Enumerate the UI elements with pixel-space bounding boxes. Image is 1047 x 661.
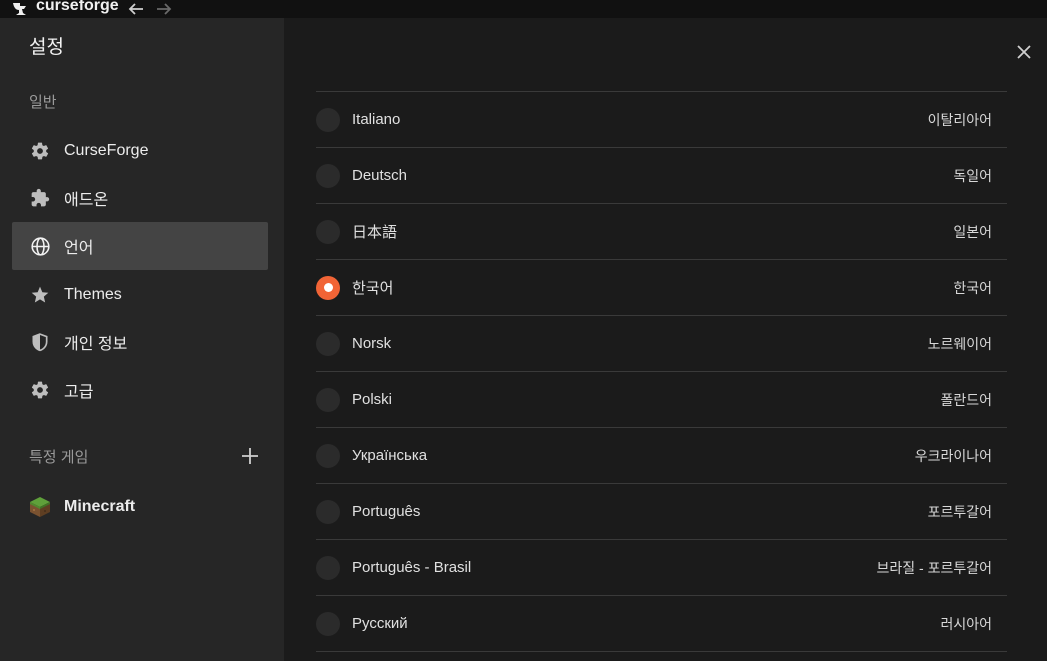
- language-name: Italiano: [352, 111, 401, 128]
- language-option-norsk[interactable]: Norsk 노르웨이어: [316, 316, 1007, 372]
- language-name: Português: [352, 503, 421, 520]
- sidebar-item-label: 언어: [64, 240, 94, 257]
- radio-button[interactable]: [316, 387, 340, 412]
- language-option-russian[interactable]: Русский 러시아어: [316, 596, 1007, 652]
- sidebar-item-language[interactable]: 언어: [12, 222, 268, 270]
- minecraft-grass-block-icon: [29, 496, 51, 518]
- language-option-portuguese[interactable]: Português 포르투갈어: [316, 484, 1007, 540]
- radio-button-selected[interactable]: [316, 275, 340, 300]
- language-option-polski[interactable]: Polski 폴란드어: [316, 372, 1007, 428]
- language-native-name: 포르투갈어: [927, 503, 992, 520]
- language-name: Українська: [352, 447, 428, 464]
- globe-icon: [29, 235, 51, 257]
- radio-button[interactable]: [316, 163, 340, 188]
- back-button[interactable]: [125, 0, 147, 18]
- sidebar-item-addons[interactable]: 애드온: [12, 174, 268, 222]
- language-native-name: 노르웨이어: [927, 335, 992, 352]
- brand: curseforge: [12, 0, 119, 18]
- language-native-name: 브라질 - 포르투갈어: [876, 559, 992, 576]
- language-name: Português - Brasil: [352, 559, 472, 576]
- language-native-name: 이탈리아어: [927, 111, 992, 128]
- language-native-name: 한국어: [953, 279, 992, 296]
- sidebar-item-label: Minecraft: [64, 498, 136, 515]
- sidebar-item-minecraft[interactable]: Minecraft: [12, 483, 268, 531]
- language-name: Русский: [352, 615, 408, 632]
- language-list: Italiano 이탈리아어 Deutsch 독일어 日本語 일본어 한국어 한…: [316, 91, 1007, 652]
- language-native-name: 폴란드어: [940, 391, 992, 408]
- language-native-name: 독일어: [953, 167, 992, 184]
- sidebar-item-advanced[interactable]: 고급: [12, 366, 268, 414]
- curseforge-logo-icon: [13, 3, 26, 15]
- radio-button[interactable]: [316, 555, 340, 580]
- sidebar-item-curseforge[interactable]: CurseForge: [12, 127, 268, 175]
- sidebar-item-label: Themes: [64, 286, 122, 303]
- radio-button[interactable]: [316, 331, 340, 356]
- radio-button[interactable]: [316, 611, 340, 636]
- add-game-button[interactable]: [238, 444, 262, 468]
- sidebar-item-label: 고급: [64, 384, 94, 401]
- language-name: Norsk: [352, 335, 392, 352]
- radio-button[interactable]: [316, 219, 340, 244]
- app-name: curseforge: [36, 0, 119, 14]
- star-icon: [29, 284, 51, 306]
- language-native-name: 우크라이나어: [914, 447, 992, 464]
- sidebar-item-privacy[interactable]: 개인 정보: [12, 318, 268, 366]
- sidebar-item-label: 애드온: [64, 192, 109, 209]
- language-name: Polski: [352, 391, 393, 408]
- arrow-left-icon: [128, 3, 143, 15]
- puzzle-icon: [29, 187, 51, 209]
- language-option-italiano[interactable]: Italiano 이탈리아어: [316, 92, 1007, 148]
- language-native-name: 러시아어: [940, 615, 992, 632]
- arrow-right-icon: [156, 3, 171, 15]
- radio-button[interactable]: [316, 107, 340, 132]
- section-label-games: 특정 게임: [29, 449, 89, 466]
- shield-icon: [29, 331, 51, 353]
- language-option-portuguese-brazil[interactable]: Português - Brasil 브라질 - 포르투갈어: [316, 540, 1007, 596]
- radio-button[interactable]: [316, 499, 340, 524]
- language-native-name: 일본어: [953, 223, 992, 240]
- language-settings-panel: Italiano 이탈리아어 Deutsch 독일어 日本語 일본어 한국어 한…: [284, 18, 1047, 661]
- close-icon: [1017, 45, 1031, 59]
- language-name: Deutsch: [352, 167, 408, 184]
- sidebar-item-label: CurseForge: [64, 142, 149, 159]
- language-option-korean[interactable]: 한국어 한국어: [316, 260, 1007, 316]
- title-bar: curseforge: [0, 0, 1047, 18]
- sidebar-item-themes[interactable]: Themes: [12, 271, 268, 319]
- radio-button[interactable]: [316, 443, 340, 468]
- gear-icon: [29, 379, 51, 401]
- language-name: 日本語: [352, 224, 398, 241]
- settings-title: 설정: [29, 37, 64, 58]
- forward-button[interactable]: [153, 0, 175, 18]
- sidebar-item-label: 개인 정보: [64, 336, 128, 353]
- section-label-general: 일반: [29, 94, 57, 111]
- language-option-japanese[interactable]: 日本語 일본어: [316, 204, 1007, 260]
- gear-icon: [29, 140, 51, 162]
- close-button[interactable]: [1014, 42, 1034, 62]
- plus-icon: [242, 448, 258, 464]
- settings-sidebar: 설정 일반 CurseForge 애드온 언어 Themes 개인 정보 고급 …: [0, 18, 284, 661]
- radio-dot-icon: [323, 283, 333, 292]
- language-option-deutsch[interactable]: Deutsch 독일어: [316, 148, 1007, 204]
- language-name: 한국어: [352, 280, 394, 297]
- language-option-ukrainian[interactable]: Українська 우크라이나어: [316, 428, 1007, 484]
